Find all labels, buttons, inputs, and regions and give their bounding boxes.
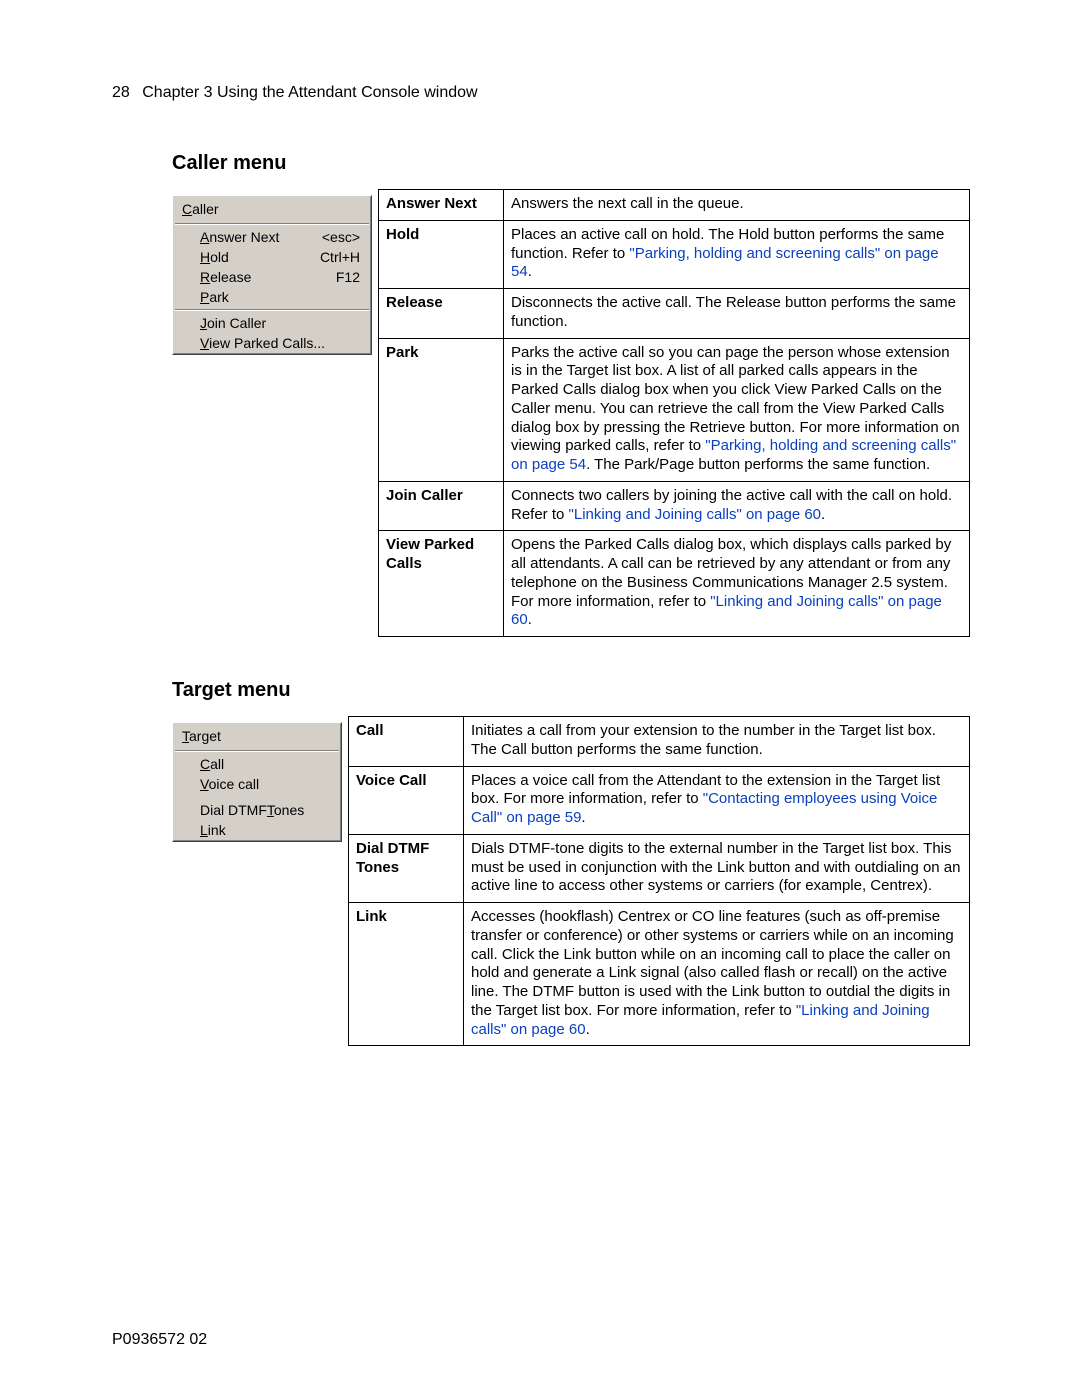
table-row: Join CallerConnects two callers by joini…	[379, 481, 970, 531]
description-cell: Places an active call on hold. The Hold …	[504, 220, 970, 288]
menu-item[interactable]: Dial DTMFTones	[174, 800, 340, 820]
caller-menu-heading: Caller menu	[172, 152, 970, 175]
target-menu-screenshot: Target CallVoice call Dial DTMFTonesLink	[172, 722, 342, 842]
term-cell: Dial DTMF Tones	[349, 834, 464, 902]
document-page: 28 Chapter 3 Using the Attendant Console…	[0, 0, 1080, 1397]
term-cell: Voice Call	[349, 766, 464, 834]
table-row: HoldPlaces an active call on hold. The H…	[379, 220, 970, 288]
page-number: 28	[112, 84, 130, 101]
menu-title: Caller	[174, 197, 370, 221]
table-row: View Parked CallsOpens the Parked Calls …	[379, 531, 970, 637]
menu-separator	[175, 309, 369, 311]
menu-item[interactable]: Park	[174, 287, 370, 307]
description-cell: Places a voice call from the Attendant t…	[464, 766, 970, 834]
table-row: LinkAccesses (hookflash) Centrex or CO l…	[349, 903, 970, 1046]
chapter-title: Chapter 3 Using the Attendant Console wi…	[142, 84, 477, 101]
menu-separator	[175, 750, 339, 752]
table-row: Dial DTMF TonesDials DTMF-tone digits to…	[349, 834, 970, 902]
caller-menu-screenshot: Caller Answer Next<esc>HoldCtrl+HRelease…	[172, 195, 372, 355]
description-cell: Answers the next call in the queue.	[504, 190, 970, 221]
description-cell: Dials DTMF-tone digits to the external n…	[464, 834, 970, 902]
cross-reference-link[interactable]: "Linking and Joining calls" on page 60	[569, 506, 822, 523]
target-section: Target CallVoice callDial DTMFTonesLink …	[172, 716, 970, 1046]
cross-reference-link[interactable]: "Contacting employees using Voice Call" …	[471, 790, 937, 826]
menu-item[interactable]: Answer Next<esc>	[174, 227, 370, 247]
cross-reference-link[interactable]: "Linking and Joining calls" on page 60	[471, 1002, 930, 1038]
caller-description-table: Answer NextAnswers the next call in the …	[378, 189, 970, 637]
page-header: 28 Chapter 3 Using the Attendant Console…	[110, 84, 970, 102]
term-cell: Release	[379, 289, 504, 339]
term-cell: Hold	[379, 220, 504, 288]
term-cell: Join Caller	[379, 481, 504, 531]
menu-item[interactable]: HoldCtrl+H	[174, 247, 370, 267]
cross-reference-link[interactable]: "Parking, holding and screening calls" o…	[511, 437, 956, 473]
term-cell: Answer Next	[379, 190, 504, 221]
caller-section: Caller Answer Next<esc>HoldCtrl+HRelease…	[172, 189, 970, 637]
term-cell: Call	[349, 717, 464, 767]
term-cell: Park	[379, 338, 504, 481]
menu-separator	[175, 223, 369, 225]
table-row: ReleaseDisconnects the active call. The …	[379, 289, 970, 339]
menu-title: Target	[174, 724, 340, 748]
term-cell: View Parked Calls	[379, 531, 504, 637]
description-cell: Parks the active call so you can page th…	[504, 338, 970, 481]
description-cell: Accesses (hookflash) Centrex or CO line …	[464, 903, 970, 1046]
description-cell: Disconnects the active call. The Release…	[504, 289, 970, 339]
cross-reference-link[interactable]: "Linking and Joining calls" on page 60	[511, 593, 942, 629]
target-description-table: CallInitiates a call from your extension…	[348, 716, 970, 1046]
menu-item[interactable]: Join Caller	[174, 313, 370, 333]
description-cell: Initiates a call from your extension to …	[464, 717, 970, 767]
menu-item[interactable]: ReleaseF12	[174, 267, 370, 287]
menu-item[interactable]: Link	[174, 820, 340, 840]
target-menu-heading: Target menu	[172, 679, 970, 702]
cross-reference-link[interactable]: "Parking, holding and screening calls" o…	[511, 245, 939, 281]
description-cell: Connects two callers by joining the acti…	[504, 481, 970, 531]
table-row: Answer NextAnswers the next call in the …	[379, 190, 970, 221]
table-row: CallInitiates a call from your extension…	[349, 717, 970, 767]
menu-item[interactable]: Voice call	[174, 774, 340, 794]
table-row: ParkParks the active call so you can pag…	[379, 338, 970, 481]
menu-item[interactable]: Call	[174, 754, 340, 774]
document-footer: P0936572 02	[112, 1331, 207, 1349]
term-cell: Link	[349, 903, 464, 1046]
menu-item[interactable]: View Parked Calls...	[174, 333, 370, 353]
description-cell: Opens the Parked Calls dialog box, which…	[504, 531, 970, 637]
table-row: Voice CallPlaces a voice call from the A…	[349, 766, 970, 834]
